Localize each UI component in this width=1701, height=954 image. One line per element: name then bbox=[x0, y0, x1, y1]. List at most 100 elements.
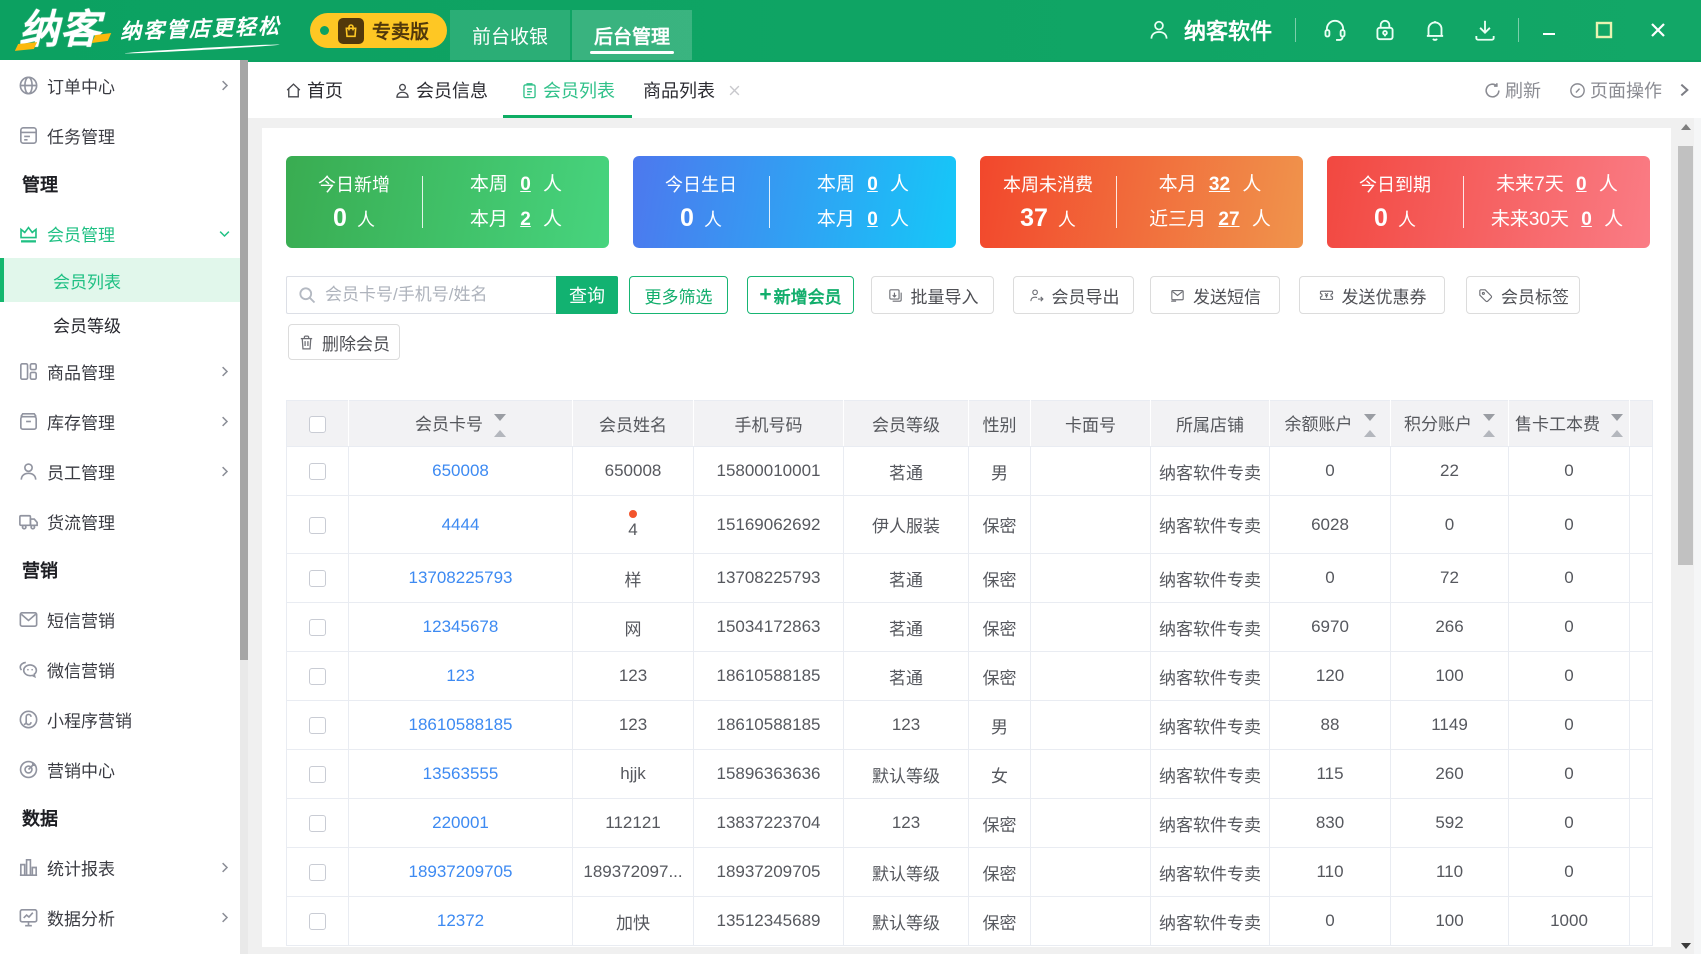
refresh-button[interactable]: 刷新 bbox=[1483, 77, 1541, 103]
page-tab-2[interactable]: 会员列表 bbox=[503, 62, 632, 118]
stat-card-detail-number[interactable]: 0 bbox=[520, 174, 531, 195]
stat-card-detail-number[interactable]: 27 bbox=[1218, 209, 1239, 230]
row-checkbox[interactable] bbox=[309, 570, 326, 588]
delete-member-button[interactable]: 删除会员 bbox=[288, 324, 400, 360]
sidebar-item[interactable]: 任务管理 bbox=[0, 110, 240, 160]
close-icon[interactable] bbox=[727, 83, 742, 98]
maximize-button[interactable] bbox=[1587, 13, 1621, 47]
sidebar-subitem[interactable]: 会员等级 bbox=[0, 302, 240, 346]
support-headset-icon[interactable] bbox=[1322, 17, 1348, 43]
row-checkbox[interactable] bbox=[309, 463, 326, 481]
sidebar-item[interactable]: 统计报表 bbox=[0, 842, 240, 892]
bell-icon[interactable] bbox=[1422, 17, 1448, 43]
cell-name: 189372097... bbox=[572, 847, 694, 897]
sort-icon[interactable] bbox=[1611, 414, 1623, 437]
scroll-up-button[interactable] bbox=[1677, 118, 1694, 135]
member-export-button[interactable]: 会员导出 bbox=[1013, 276, 1134, 314]
page-operations-button[interactable]: 页面操作 bbox=[1568, 77, 1662, 103]
column-header-cardfee[interactable]: 售卡工本费 bbox=[1508, 400, 1630, 447]
row-checkbox[interactable] bbox=[309, 619, 326, 637]
sort-asc-arrow-icon[interactable] bbox=[494, 430, 506, 437]
send-coupon-button[interactable]: 发送优惠券 bbox=[1299, 276, 1445, 314]
member-cardno-link[interactable]: 123 bbox=[446, 666, 474, 685]
sort-asc-arrow-icon[interactable] bbox=[1483, 430, 1495, 437]
row-checkbox[interactable] bbox=[309, 516, 326, 534]
sort-desc-arrow-icon[interactable] bbox=[1483, 414, 1495, 421]
sidebar-item[interactable]: 员工管理 bbox=[0, 446, 240, 496]
row-checkbox[interactable] bbox=[309, 864, 326, 882]
row-checkbox[interactable] bbox=[309, 717, 326, 735]
sidebar-item[interactable]: 会员管理 bbox=[0, 208, 240, 258]
query-button[interactable]: 查询 bbox=[556, 276, 618, 314]
search-input[interactable] bbox=[325, 285, 546, 305]
sort-icon[interactable] bbox=[1363, 414, 1376, 437]
sort-desc-arrow-icon[interactable] bbox=[1363, 414, 1376, 421]
member-cardno-link[interactable]: 12345678 bbox=[423, 617, 499, 636]
member-cardno-link[interactable]: 13708225793 bbox=[408, 568, 512, 587]
member-cardno-link[interactable]: 650008 bbox=[432, 461, 489, 480]
close-button[interactable] bbox=[1641, 13, 1675, 47]
sort-icon[interactable] bbox=[1483, 414, 1495, 437]
row-select-cell bbox=[286, 896, 349, 946]
stat-card-detail-number[interactable]: 2 bbox=[520, 209, 531, 230]
sidebar-subitem[interactable]: 会员列表 bbox=[0, 258, 240, 302]
add-member-button[interactable]: + 新增会员 bbox=[747, 276, 854, 314]
page-tab-0[interactable]: 首页 bbox=[284, 62, 343, 118]
member-tag-button[interactable]: 会员标签 bbox=[1466, 276, 1580, 314]
page-tab-3[interactable]: 商品列表 bbox=[643, 62, 742, 118]
member-cardno-link[interactable]: 18610588185 bbox=[408, 715, 512, 734]
sidebar-item[interactable]: 小程序营销 bbox=[0, 694, 240, 744]
cell-cardfee: 1000 bbox=[1508, 896, 1630, 946]
sidebar-item[interactable]: 短信营销 bbox=[0, 594, 240, 644]
stat-card-detail-number[interactable]: 0 bbox=[1581, 209, 1592, 230]
scroll-down-button[interactable] bbox=[1677, 937, 1694, 954]
send-sms-button[interactable]: 发送短信 bbox=[1150, 276, 1280, 314]
header-tab-1[interactable]: 后台管理 bbox=[572, 10, 692, 60]
member-cardno-link[interactable]: 12372 bbox=[437, 911, 484, 930]
sort-desc-arrow-icon[interactable] bbox=[494, 414, 506, 421]
account-menu[interactable]: 纳客软件 bbox=[1146, 14, 1272, 46]
more-filter-button[interactable]: 更多筛选 bbox=[629, 276, 728, 314]
batch-import-button[interactable]: 批量导入 bbox=[871, 276, 994, 314]
row-checkbox[interactable] bbox=[309, 913, 326, 931]
column-header-balance[interactable]: 余额账户 bbox=[1269, 400, 1391, 447]
stat-card-detail-number[interactable]: 0 bbox=[1576, 174, 1587, 195]
row-checkbox[interactable] bbox=[309, 668, 326, 686]
sidebar-item[interactable]: 微信营销 bbox=[0, 644, 240, 694]
main-scrollbar[interactable] bbox=[1677, 118, 1694, 954]
sidebar-item[interactable]: 营销中心 bbox=[0, 744, 240, 794]
sidebar-item[interactable]: 商品管理 bbox=[0, 346, 240, 396]
sidebar-item[interactable]: 数据分析 bbox=[0, 892, 240, 942]
download-icon[interactable] bbox=[1472, 17, 1498, 43]
chevron-right-icon[interactable] bbox=[1676, 82, 1692, 98]
stat-card-detail-number[interactable]: 0 bbox=[867, 209, 878, 230]
sidebar-item[interactable]: 订单中心 bbox=[0, 60, 240, 110]
lock-icon[interactable] bbox=[1372, 17, 1398, 43]
cell-cardfee: 0 bbox=[1508, 602, 1630, 652]
stat-card-detail-number[interactable]: 32 bbox=[1209, 174, 1230, 195]
minimize-button[interactable] bbox=[1533, 13, 1567, 47]
member-cardno-link[interactable]: 13563555 bbox=[423, 764, 499, 783]
column-header-points[interactable]: 积分账户 bbox=[1390, 400, 1509, 447]
sidebar-item[interactable]: 库存管理 bbox=[0, 396, 240, 446]
header-tab-0[interactable]: 前台收银 bbox=[450, 10, 570, 60]
member-cardno-link[interactable]: 18937209705 bbox=[408, 862, 512, 881]
stat-card-detail-number[interactable]: 0 bbox=[867, 174, 878, 195]
wechat-icon bbox=[19, 661, 38, 678]
sort-icon[interactable] bbox=[494, 414, 506, 437]
table-row: 12372 加快 13512345689 默认等级 保密 纳客软件专卖 0 100 1000 bbox=[286, 896, 1653, 946]
sidebar-scrollbar-thumb[interactable] bbox=[240, 60, 248, 660]
sort-asc-arrow-icon[interactable] bbox=[1611, 430, 1623, 437]
main-scrollbar-thumb[interactable] bbox=[1678, 146, 1693, 565]
sort-desc-arrow-icon[interactable] bbox=[1611, 414, 1623, 421]
row-checkbox[interactable] bbox=[309, 766, 326, 784]
sidebar-item[interactable]: 货流管理 bbox=[0, 496, 240, 546]
row-checkbox[interactable] bbox=[309, 815, 326, 833]
member-cardno-link[interactable]: 4444 bbox=[442, 515, 480, 534]
page-tab-1[interactable]: 会员信息 bbox=[393, 62, 488, 118]
select-all-checkbox[interactable] bbox=[309, 415, 326, 433]
sidebar-scrollbar[interactable] bbox=[240, 60, 248, 954]
sort-asc-arrow-icon[interactable] bbox=[1363, 430, 1376, 437]
column-header-cardno[interactable]: 会员卡号 bbox=[348, 400, 573, 447]
member-cardno-link[interactable]: 220001 bbox=[432, 813, 489, 832]
